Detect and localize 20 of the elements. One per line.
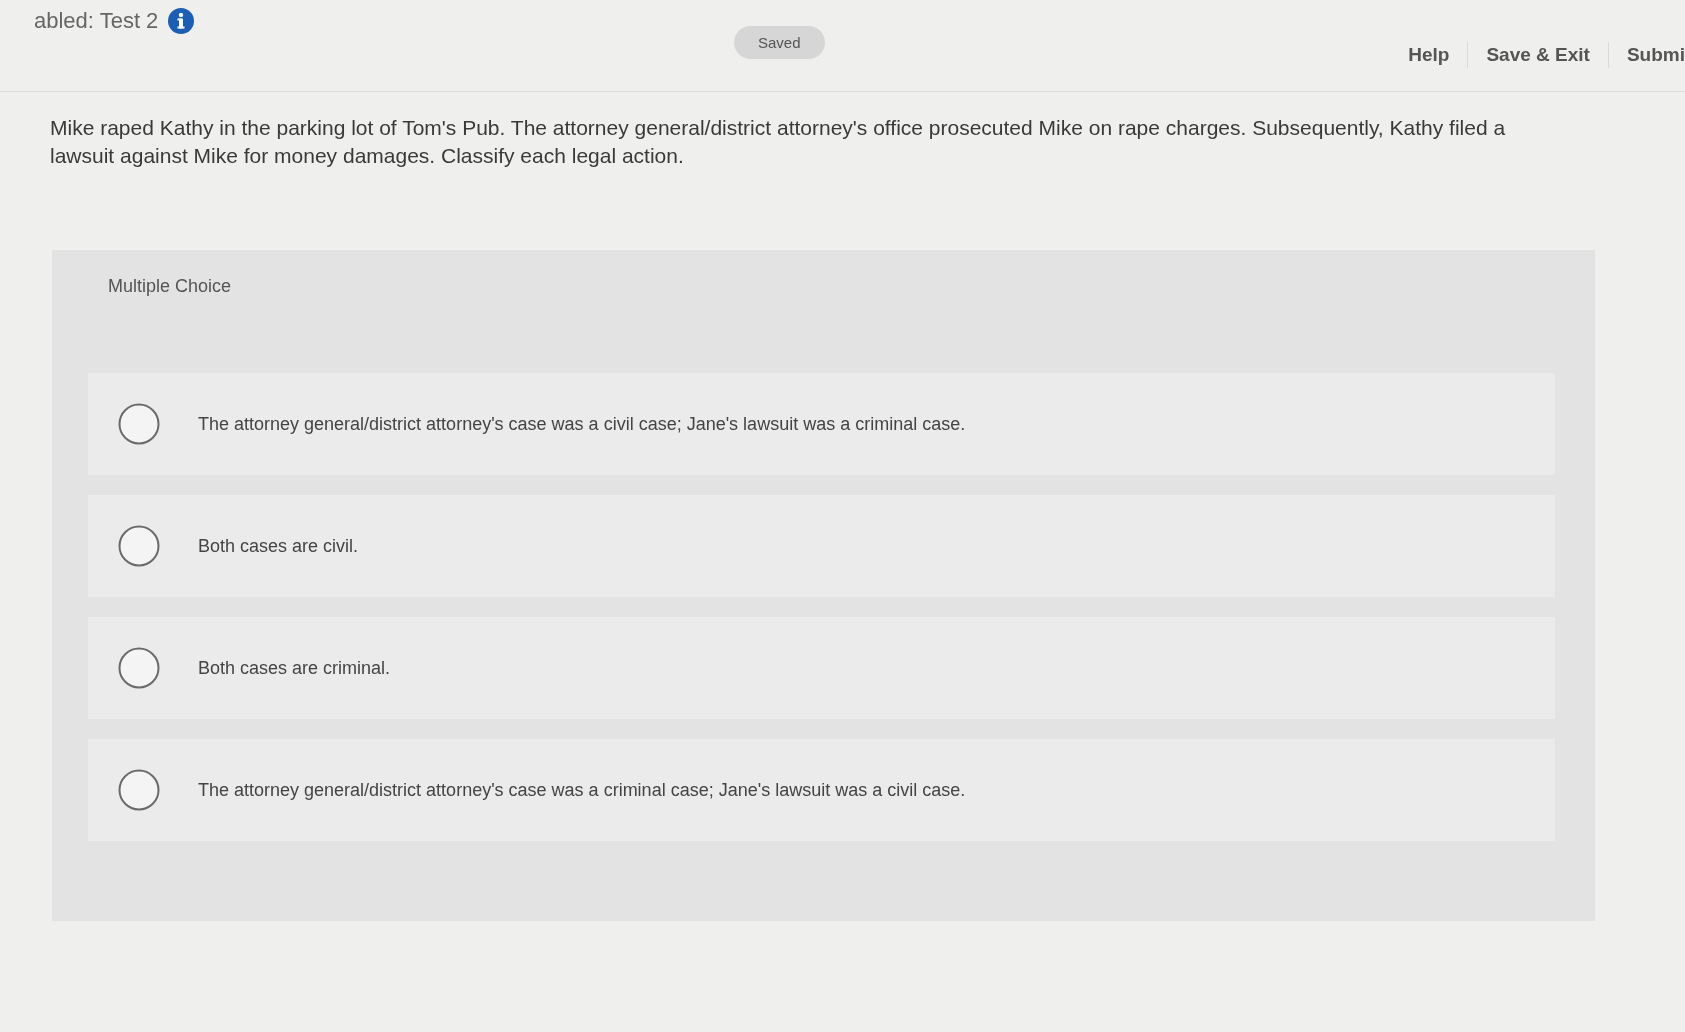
answer-option[interactable]: The attorney general/district attorney's case was a criminal case; Jane's lawsuit was a civil case. xyxy=(88,739,1555,841)
radio-button[interactable] xyxy=(118,647,160,689)
option-text: The attorney general/district attorney's case was a civil case; Jane's lawsuit was a criminal case. xyxy=(198,413,966,435)
option-text: Both cases are criminal. xyxy=(198,657,391,679)
saved-status-pill: Saved xyxy=(734,26,825,59)
info-icon[interactable] xyxy=(168,8,195,34)
option-text: Both cases are civil. xyxy=(198,535,359,557)
header-link[interactable]: Submi xyxy=(1608,44,1685,66)
answer-option[interactable]: Both cases are criminal. xyxy=(88,617,1555,719)
option-text: The attorney general/district attorney's case was a criminal case; Jane's lawsuit was a civil case. xyxy=(198,779,966,801)
radio-button[interactable] xyxy=(118,525,160,567)
question-type-label: Multiple Choice xyxy=(108,276,232,296)
answer-option[interactable]: The attorney general/district attorney's case was a civil case; Jane's lawsuit was a criminal case. xyxy=(88,373,1555,475)
radio-button[interactable] xyxy=(118,769,160,811)
radio-button[interactable] xyxy=(118,403,160,445)
question-text: Mike raped Kathy in the parking lot of Tom's Pub. The attorney general/district attorney's office prosecuted Mike on rape charges. Subsequently, Kathy filed a lawsuit against Mike for money damages. Classify each legal action. xyxy=(50,115,1507,169)
header-link[interactable]: Save & Exit xyxy=(1468,44,1608,66)
answer-option[interactable]: Both cases are civil. xyxy=(88,495,1555,597)
header-link[interactable]: Help xyxy=(1390,44,1468,66)
assignment-title: abled: Test 2 xyxy=(34,8,159,34)
